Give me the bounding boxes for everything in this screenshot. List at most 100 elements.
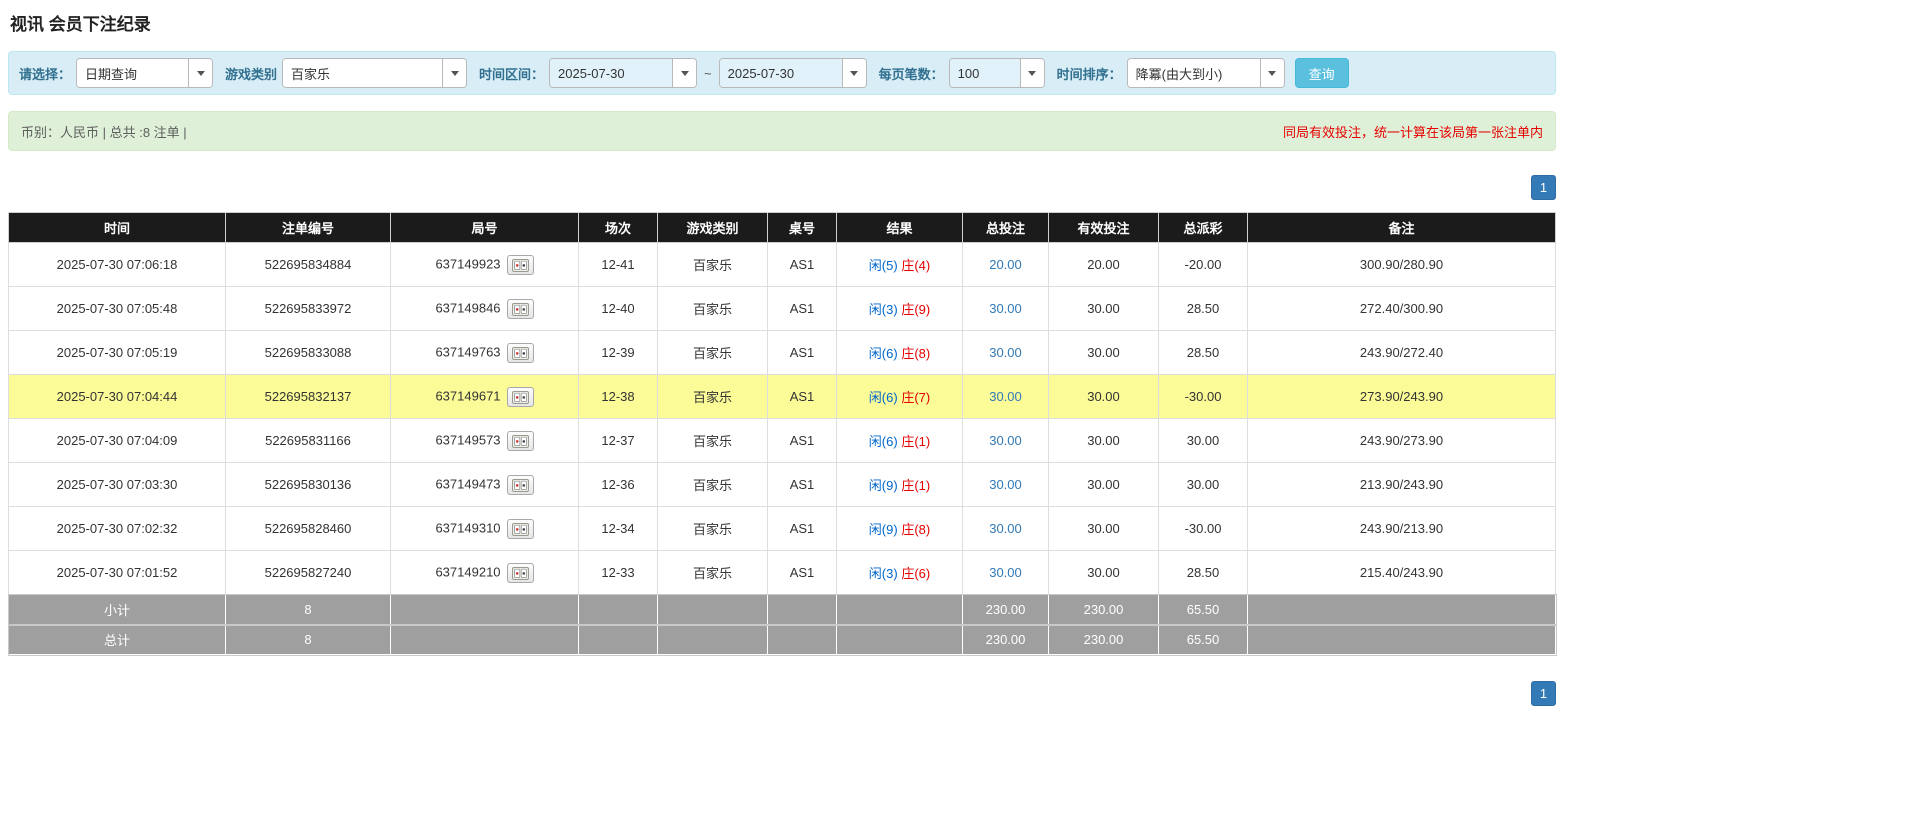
chevron-down-icon[interactable] (442, 59, 466, 87)
round-number: 637149923 (435, 256, 500, 271)
chevron-down-icon[interactable] (672, 59, 696, 87)
per-page-dropdown[interactable]: 100 (949, 58, 1045, 88)
total-row-cell (658, 625, 768, 655)
sort-order-dropdown[interactable]: 降冪(由大到小) (1127, 58, 1285, 88)
result-cell: 闲(3) 庄(9) (837, 287, 963, 331)
valid-bet-cell: 20.00 (1049, 243, 1159, 287)
page-button-1[interactable]: 1 (1531, 681, 1556, 706)
round-cards-icon[interactable] (507, 255, 534, 275)
total-row-cell (768, 625, 837, 655)
query-type-value: 日期查询 (77, 59, 188, 87)
column-header: 游戏类别 (658, 213, 768, 243)
total-bet-link[interactable]: 30.00 (989, 301, 1022, 316)
round-number: 637149573 (435, 432, 500, 447)
bet-row: 2025-07-30 07:05:48522695833972637149846… (9, 287, 1556, 331)
player-result: 闲(6) (869, 434, 898, 449)
total-bet-cell: 30.00 (963, 507, 1049, 551)
round-cards-icon[interactable] (507, 563, 534, 583)
remark-cell: 272.40/300.90 (1248, 287, 1556, 331)
player-result: 闲(6) (869, 346, 898, 361)
player-result: 闲(6) (869, 390, 898, 405)
chevron-down-icon[interactable] (842, 59, 866, 87)
currency-summary-text: 币别：人民币 | 总共 :8 注单 | (21, 122, 187, 141)
page-button-1[interactable]: 1 (1531, 175, 1556, 200)
caret-shape (1268, 71, 1276, 76)
round-cards-icon[interactable] (507, 519, 534, 539)
total-bet-cell: 20.00 (963, 243, 1049, 287)
total-row: 总计8230.00230.0065.50 (9, 625, 1556, 655)
valid-bet-cell: 30.00 (1049, 375, 1159, 419)
table-no-cell: AS1 (768, 551, 837, 595)
filter-bar: 请选择： 日期查询 游戏类别 百家乐 时间区间： 2025-07-30 ~ 20… (8, 51, 1556, 95)
round-cards-icon[interactable] (507, 387, 534, 407)
column-header: 局号 (391, 213, 579, 243)
total-bet-link[interactable]: 30.00 (989, 565, 1022, 580)
session-cell: 12-39 (579, 331, 658, 375)
query-type-dropdown[interactable]: 日期查询 (76, 58, 213, 88)
game-type-cell: 百家乐 (658, 463, 768, 507)
table-no-cell: AS1 (768, 287, 837, 331)
round-cell: 637149763 (391, 331, 579, 375)
total-row-cell (837, 625, 963, 655)
column-header: 结果 (837, 213, 963, 243)
caret-shape (451, 71, 459, 76)
round-cards-icon[interactable] (507, 343, 534, 363)
chevron-down-icon[interactable] (1260, 59, 1284, 87)
bet-row: 2025-07-30 07:05:19522695833088637149763… (9, 331, 1556, 375)
page-title: 视讯 会员下注纪录 (10, 10, 1556, 35)
result-cell: 闲(6) 庄(8) (837, 331, 963, 375)
time-cell: 2025-07-30 07:02:32 (9, 507, 226, 551)
game-type-cell: 百家乐 (658, 507, 768, 551)
game-type-dropdown[interactable]: 百家乐 (282, 58, 467, 88)
bet-id-cell: 522695831166 (226, 419, 391, 463)
time-cell: 2025-07-30 07:06:18 (9, 243, 226, 287)
round-cards-icon[interactable] (507, 431, 534, 451)
banker-result: 庄(6) (901, 566, 930, 581)
result-cell: 闲(3) 庄(6) (837, 551, 963, 595)
total-row-cell: 8 (226, 625, 391, 655)
chevron-down-icon[interactable] (188, 59, 212, 87)
total-bet-link[interactable]: 30.00 (989, 433, 1022, 448)
total-bet-cell: 30.00 (963, 375, 1049, 419)
round-cell: 637149671 (391, 375, 579, 419)
round-cards-icon[interactable] (507, 475, 534, 495)
round-number: 637149671 (435, 388, 500, 403)
column-header: 注单编号 (226, 213, 391, 243)
table-no-cell: AS1 (768, 375, 837, 419)
valid-bet-cell: 30.00 (1049, 419, 1159, 463)
banker-result: 庄(4) (901, 258, 930, 273)
player-result: 闲(9) (869, 522, 898, 537)
valid-bet-cell: 30.00 (1049, 331, 1159, 375)
game-type-value: 百家乐 (283, 59, 442, 87)
table-no-cell: AS1 (768, 243, 837, 287)
time-cell: 2025-07-30 07:05:19 (9, 331, 226, 375)
bet-id-cell: 522695833088 (226, 331, 391, 375)
round-number: 637149473 (435, 476, 500, 491)
column-header: 桌号 (768, 213, 837, 243)
total-bet-link[interactable]: 30.00 (989, 345, 1022, 360)
total-bet-link[interactable]: 30.00 (989, 389, 1022, 404)
round-cell: 637149210 (391, 551, 579, 595)
total-bet-link[interactable]: 20.00 (989, 257, 1022, 272)
game-type-cell: 百家乐 (658, 419, 768, 463)
total-bet-cell: 30.00 (963, 331, 1049, 375)
column-header: 时间 (9, 213, 226, 243)
player-result: 闲(5) (869, 258, 898, 273)
chevron-down-icon[interactable] (1020, 59, 1044, 87)
date-from-value: 2025-07-30 (550, 59, 672, 87)
search-button[interactable]: 查询 (1295, 58, 1349, 88)
round-cards-icon[interactable] (507, 299, 534, 319)
column-header: 场次 (579, 213, 658, 243)
total-bet-link[interactable]: 30.00 (989, 477, 1022, 492)
payout-cell: -20.00 (1159, 243, 1248, 287)
date-from-picker[interactable]: 2025-07-30 (549, 58, 697, 88)
payout-cell: 28.50 (1159, 287, 1248, 331)
per-page-value: 100 (950, 59, 1020, 87)
session-cell: 12-37 (579, 419, 658, 463)
date-to-picker[interactable]: 2025-07-30 (719, 58, 867, 88)
subtotal-row-cell (579, 595, 658, 625)
payout-cell: 28.50 (1159, 331, 1248, 375)
pagination-bottom: 1 (8, 681, 1556, 706)
total-bet-link[interactable]: 30.00 (989, 521, 1022, 536)
payout-cell: -30.00 (1159, 507, 1248, 551)
